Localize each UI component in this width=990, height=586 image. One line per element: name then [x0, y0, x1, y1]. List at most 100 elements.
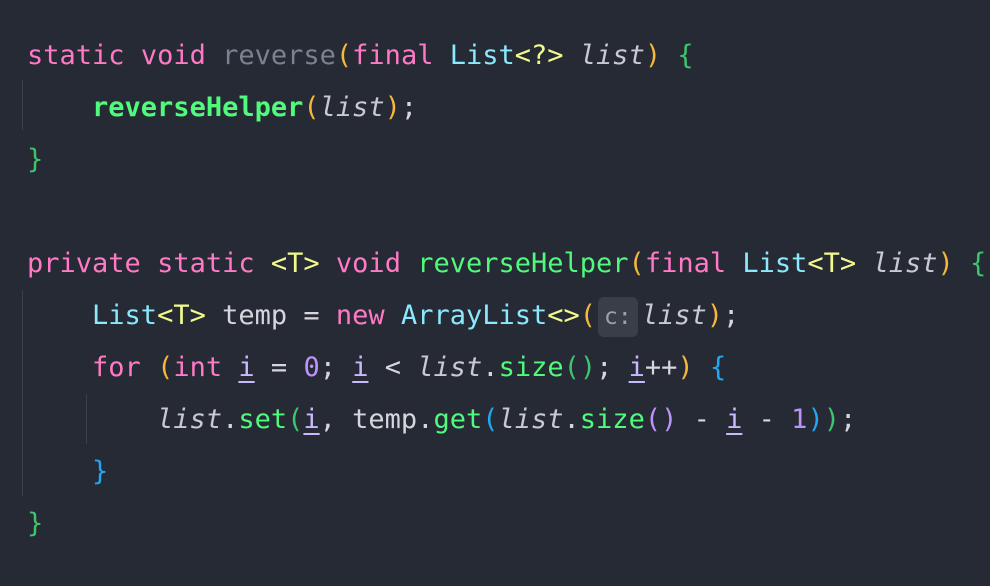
parameter-token: list [641, 300, 707, 331]
type-token: List [742, 248, 808, 279]
code-line[interactable]: static void reverse(final List<?> list) … [27, 36, 694, 76]
bracket-token: ( [482, 404, 499, 435]
bracket-token: { [709, 352, 727, 383]
bracket-token: { [677, 40, 694, 71]
code-line[interactable]: } [27, 452, 108, 492]
type-token: ArrayList [400, 300, 548, 331]
parameter-token: list [498, 404, 564, 435]
bracket-token: ) [706, 300, 724, 331]
keyword-token: void [140, 40, 206, 71]
bracket-token: ) [644, 40, 662, 71]
bracket-token: } [27, 144, 44, 175]
variable-token: i [628, 352, 645, 383]
indent-guide [22, 290, 23, 496]
bracket-token: ( [303, 92, 320, 123]
method-call-token: reverseHelper [92, 92, 304, 123]
bracket-token: { [970, 248, 987, 279]
type-token: List [449, 40, 515, 71]
parameter-hint: c: [598, 297, 638, 337]
generic-token: <T> [157, 300, 206, 331]
number-token: 0 [303, 352, 320, 383]
code-line[interactable]: List<T> temp = new ArrayList<>(c: list); [27, 296, 740, 337]
code-line[interactable]: for (int i = 0; i < list.size(); i++) { [27, 348, 726, 388]
code-text: - [742, 404, 792, 435]
number-token: () [644, 404, 678, 435]
method-token: size [579, 404, 645, 435]
generic-token: <> [547, 300, 580, 331]
code-text: - [677, 404, 727, 435]
unused-method-token: reverse [222, 40, 336, 71]
type-token: List [92, 300, 158, 331]
keyword-token: final [352, 40, 434, 71]
generic-token: <T> [807, 248, 857, 279]
bracket-token: ( [157, 352, 174, 383]
code-text: . [482, 352, 499, 383]
code-text: , temp. [319, 404, 434, 435]
keyword-token: private [27, 248, 141, 279]
generic-token: <T> [270, 248, 320, 279]
variable-token: i [352, 352, 369, 383]
code-text: temp = [205, 300, 336, 331]
bracket-token: ) [384, 92, 401, 123]
keyword-token: new [335, 300, 385, 331]
keyword-token: void [335, 248, 401, 279]
parameter-token: list [157, 404, 223, 435]
code-text: ++ [644, 352, 678, 383]
code-text: . [222, 404, 239, 435]
variable-token: i [303, 404, 320, 435]
method-token: size [498, 352, 564, 383]
keyword-token: static [27, 40, 125, 71]
bracket-token: () [563, 352, 597, 383]
code-line[interactable]: reverseHelper(list); [27, 88, 417, 128]
keyword-token: for [92, 352, 141, 383]
parameter-token: list [579, 40, 645, 71]
code-text: ; [400, 92, 418, 123]
code-text: ; [596, 352, 629, 383]
bracket-token: ( [628, 248, 645, 279]
bracket-token: } [27, 508, 44, 539]
method-token: get [433, 404, 483, 435]
number-token: 1 [791, 404, 808, 435]
bracket-token: ( [335, 40, 353, 71]
keyword-token: final [644, 248, 727, 279]
code-line[interactable]: } [27, 140, 43, 180]
bracket-token: ) [807, 404, 824, 435]
code-text: . [563, 404, 580, 435]
code-line[interactable]: private static <T> void reverseHelper(fi… [27, 244, 986, 284]
generic-token: <?> [514, 40, 564, 71]
parameter-token: list [417, 352, 483, 383]
parameter-token: list [872, 248, 938, 279]
bracket-token: ) [823, 404, 840, 435]
code-text: ; [839, 404, 857, 435]
code-text: = [254, 352, 304, 383]
code-editor[interactable]: static void reverse(final List<?> list) … [0, 0, 990, 586]
bracket-token: ( [287, 404, 304, 435]
indent-guide [22, 80, 23, 130]
bracket-token: ) [677, 352, 694, 383]
code-line[interactable]: list.set(i, temp.get(list.size() - i - 1… [27, 400, 856, 440]
parameter-token: list [319, 92, 385, 123]
code-line[interactable]: } [27, 504, 43, 544]
keyword-token: static [157, 248, 255, 279]
bracket-token: ) [937, 248, 954, 279]
code-text: ; [723, 300, 740, 331]
